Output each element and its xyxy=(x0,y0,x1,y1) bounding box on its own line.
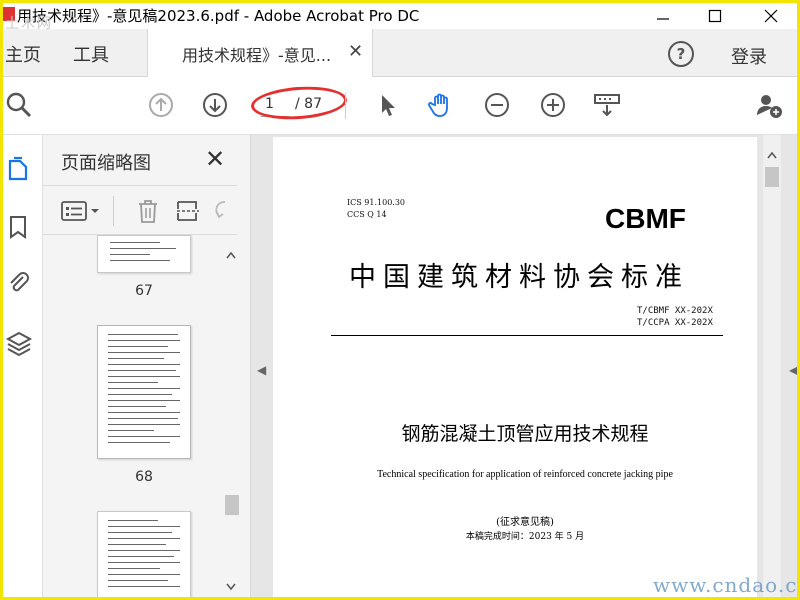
main-toolbar: 1 / 87 xyxy=(3,77,797,135)
close-window-button[interactable] xyxy=(751,3,791,29)
hand-tool-icon[interactable] xyxy=(427,91,455,119)
share-user-icon[interactable] xyxy=(755,91,783,119)
help-button[interactable]: ? xyxy=(668,41,694,67)
organization-heading: 中国建筑材料协会标准 xyxy=(349,262,689,293)
completion-date: 本稿完成时间：2023 年 5 月 xyxy=(465,532,585,542)
minimize-button[interactable] xyxy=(643,3,683,29)
read-mode-icon[interactable] xyxy=(593,91,621,119)
search-icon[interactable] xyxy=(5,91,33,119)
close-tab-icon[interactable]: ✕ xyxy=(348,41,363,62)
page-number-label: 67 xyxy=(135,283,153,299)
scroll-up-icon[interactable] xyxy=(767,151,777,159)
next-page-icon[interactable] xyxy=(201,91,229,119)
panel-toolbar-divider xyxy=(113,196,114,226)
title-bar: 用技术规程》-意见稿2023.6.pdf - Adobe Acrobat Pro… xyxy=(3,3,797,32)
pdf-page: ICS 91.100.30 CCS Q 14 CBMF 中国建筑材料协会标准 T… xyxy=(273,137,757,597)
close-panel-icon[interactable]: ✕ xyxy=(205,145,225,173)
zoom-out-icon[interactable] xyxy=(483,91,511,119)
thumbnail-toolbar xyxy=(43,185,237,235)
zoom-in-icon[interactable] xyxy=(539,91,567,119)
tab-document-label: 用技术规程》-意见... xyxy=(182,46,332,65)
collapse-right-pane-icon[interactable]: ◀ xyxy=(789,363,797,377)
collapse-left-pane-icon[interactable]: ◀ xyxy=(257,363,266,377)
thumbnails-panel: 页面缩略图 ✕ 67 68 xyxy=(43,135,251,597)
header-rule xyxy=(331,335,723,336)
document-title-cn: 钢筋混凝土顶管应用技术规程 xyxy=(401,423,649,445)
minimize-icon xyxy=(657,18,669,20)
attachment-icon[interactable] xyxy=(5,269,33,297)
options-menu-icon[interactable] xyxy=(61,200,101,222)
bookmark-icon[interactable] xyxy=(5,213,33,241)
close-icon xyxy=(764,9,778,23)
document-title-en: Technical specification for application … xyxy=(377,469,673,480)
document-scrollbar[interactable] xyxy=(763,135,781,597)
scroll-up-icon[interactable] xyxy=(226,251,236,259)
app-window: 用技术规程》-意见稿2023.6.pdf - Adobe Acrobat Pro… xyxy=(3,3,797,597)
red-annotation-circle xyxy=(250,83,348,123)
tab-bar: 主页 工具 用技术规程》-意见... ✕ ? 登录 xyxy=(3,29,797,77)
brand-mark: CBMF xyxy=(605,203,686,234)
thumbnail-scrollbar[interactable] xyxy=(223,245,239,597)
rotate-page-icon[interactable] xyxy=(213,198,233,224)
standard-code-1: T/CBMF XX-202X xyxy=(637,306,713,316)
page-thumbnail[interactable] xyxy=(97,325,191,459)
maximize-icon xyxy=(708,9,722,23)
standard-code-2: T/CCPA XX-202X xyxy=(637,318,713,328)
document-view: ICS 91.100.30 CCS Q 14 CBMF 中国建筑材料协会标准 T… xyxy=(251,135,797,597)
toolbar-divider xyxy=(345,93,346,119)
scrollbar-thumb[interactable] xyxy=(765,167,779,187)
prev-page-icon[interactable] xyxy=(147,91,175,119)
extract-page-icon[interactable] xyxy=(175,198,201,224)
scrollbar-thumb[interactable] xyxy=(225,495,239,515)
tab-tools[interactable]: 工具 xyxy=(73,41,109,67)
standard-codes: T/CBMF XX-202X T/CCPA XX-202X xyxy=(637,305,713,329)
select-pointer-icon[interactable] xyxy=(373,91,401,119)
ics-line: ICS 91.100.30 xyxy=(347,198,406,207)
navigation-rail xyxy=(3,135,43,597)
page-thumbnails-icon[interactable] xyxy=(5,155,33,183)
ccs-line: CCS Q 14 xyxy=(347,210,387,219)
ics-code: ICS 91.100.30 CCS Q 14 xyxy=(347,197,405,221)
panel-title: 页面缩略图 xyxy=(61,153,151,174)
site-watermark: www.cndao.com xyxy=(653,573,797,597)
page-thumbnail[interactable] xyxy=(97,511,191,597)
login-button[interactable]: 登录 xyxy=(731,43,767,69)
draft-label: (征求意见稿) xyxy=(496,517,554,528)
page-thumbnail[interactable] xyxy=(97,235,191,273)
window-title: 用技术规程》-意见稿2023.6.pdf - Adobe Acrobat Pro… xyxy=(17,7,420,25)
scroll-down-icon[interactable] xyxy=(226,583,236,591)
maximize-button[interactable] xyxy=(695,3,735,29)
tab-document[interactable]: 用技术规程》-意见... ✕ xyxy=(147,29,373,77)
delete-page-icon[interactable] xyxy=(135,198,161,224)
layers-icon[interactable] xyxy=(5,329,33,357)
page-number-label: 68 xyxy=(135,469,153,485)
tab-home[interactable]: 主页 xyxy=(5,41,41,67)
